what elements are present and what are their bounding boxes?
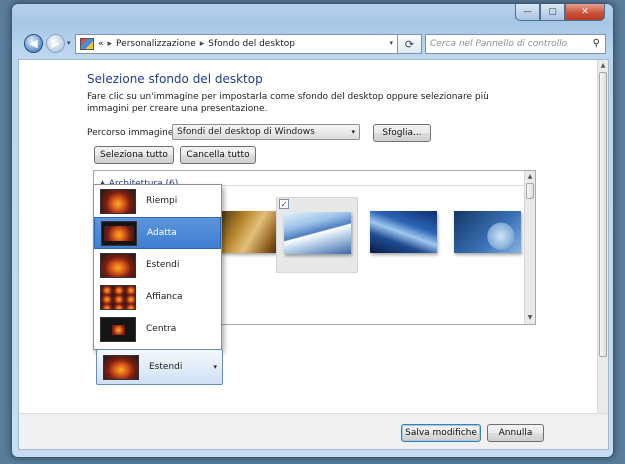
picture-location-value: Sfondi del desktop di Windows	[177, 127, 315, 137]
fit-preview-icon	[101, 220, 137, 246]
breadcrumb-personalizzazione[interactable]: Personalizzazione	[116, 39, 196, 49]
breadcrumb-separator-icon[interactable]: ▸	[200, 39, 205, 49]
caption-buttons: — ▢ ✕	[515, 4, 605, 21]
position-option-label: Centra	[146, 324, 177, 334]
search-input[interactable]: Cerca nel Pannello di controllo ⚲	[425, 34, 606, 54]
control-panel-window: — ▢ ✕ ◀ ▶ ▾ « ▸ Personalizzazione ▸ Sfon…	[11, 3, 614, 458]
position-option-fit[interactable]: Adatta	[94, 217, 221, 249]
picture-position-select[interactable]: Estendi ▾	[96, 349, 223, 385]
scrollbar-thumb[interactable]	[526, 183, 534, 199]
refresh-button[interactable]: ⟳	[398, 34, 422, 54]
chevron-down-icon: ▾	[213, 363, 217, 371]
center-preview-icon	[100, 316, 136, 342]
wallpaper-checkbox[interactable]: ✓	[279, 199, 289, 209]
wallpaper-thumb-5[interactable]	[454, 211, 521, 253]
breadcrumb-sfondo[interactable]: Sfondo del desktop	[208, 39, 295, 49]
position-option-fill[interactable]: Riempi	[94, 185, 221, 217]
tile-preview-icon	[100, 284, 136, 310]
select-all-button[interactable]: Seleziona tutto	[94, 146, 174, 164]
forward-button[interactable]: ▶	[46, 34, 65, 53]
position-option-tile[interactable]: Affianca	[94, 281, 221, 313]
search-placeholder: Cerca nel Pannello di controllo	[430, 39, 568, 49]
wallpaper-thumb-3[interactable]	[284, 212, 351, 254]
clear-all-button[interactable]: Cancella tutto	[180, 146, 256, 164]
navigation-bar: ◀ ▶ ▾ « ▸ Personalizzazione ▸ Sfondo del…	[12, 30, 613, 56]
page-description: Fare clic su un'immagine per impostarla …	[87, 92, 489, 114]
close-button[interactable]: ✕	[565, 4, 605, 21]
position-option-label: Affianca	[146, 292, 183, 302]
picture-location-label: Percorso immagine:	[87, 128, 177, 138]
chevron-down-icon: ▾	[351, 128, 355, 136]
save-changes-button[interactable]: Salva modifiche	[401, 424, 481, 442]
position-option-center[interactable]: Centra	[94, 313, 221, 345]
address-dropdown-icon[interactable]: ▾	[389, 39, 393, 47]
maximize-button[interactable]: ▢	[540, 4, 565, 21]
position-option-label: Riempi	[146, 196, 178, 206]
breadcrumb-separator-icon[interactable]: ▸	[108, 39, 113, 49]
position-option-label: Estendi	[146, 260, 180, 270]
footer-bar: Salva modifiche Annulla	[19, 413, 608, 449]
back-button[interactable]: ◀	[24, 34, 43, 53]
recent-pages-icon[interactable]: ▾	[67, 39, 71, 47]
position-current-value: Estendi	[149, 362, 183, 372]
page-title: Selezione sfondo del desktop	[87, 72, 263, 86]
scroll-up-icon[interactable]: ▲	[598, 60, 608, 72]
search-icon[interactable]: ⚲	[593, 38, 600, 49]
address-bar[interactable]: « ▸ Personalizzazione ▸ Sfondo del deskt…	[75, 34, 398, 54]
wallpaper-thumb-2[interactable]	[216, 211, 283, 253]
scroll-down-icon[interactable]: ▼	[525, 312, 535, 324]
minimize-button[interactable]: —	[515, 4, 540, 21]
stretch-preview-icon	[103, 354, 139, 380]
control-panel-icon	[80, 38, 94, 50]
position-option-label: Adatta	[147, 228, 177, 238]
scrollbar-thumb[interactable]	[599, 72, 607, 357]
wallpaper-thumb-4[interactable]	[370, 211, 437, 253]
browse-button[interactable]: Sfoglia...	[373, 124, 431, 142]
gallery-scrollbar[interactable]: ▲ ▼	[524, 171, 535, 324]
fill-preview-icon	[100, 188, 136, 214]
breadcrumb-overflow[interactable]: «	[98, 39, 104, 49]
position-option-stretch[interactable]: Estendi	[94, 249, 221, 281]
picture-location-select[interactable]: Sfondi del desktop di Windows ▾	[172, 124, 360, 140]
cancel-button[interactable]: Annulla	[487, 424, 544, 442]
group-divider	[194, 185, 524, 186]
content-scrollbar[interactable]: ▲ ▼	[597, 60, 608, 449]
picture-position-list[interactable]: Riempi Adatta Estendi Affianca Centra	[93, 184, 222, 350]
scroll-up-icon[interactable]: ▲	[525, 171, 535, 183]
stretch-preview-icon	[100, 252, 136, 278]
